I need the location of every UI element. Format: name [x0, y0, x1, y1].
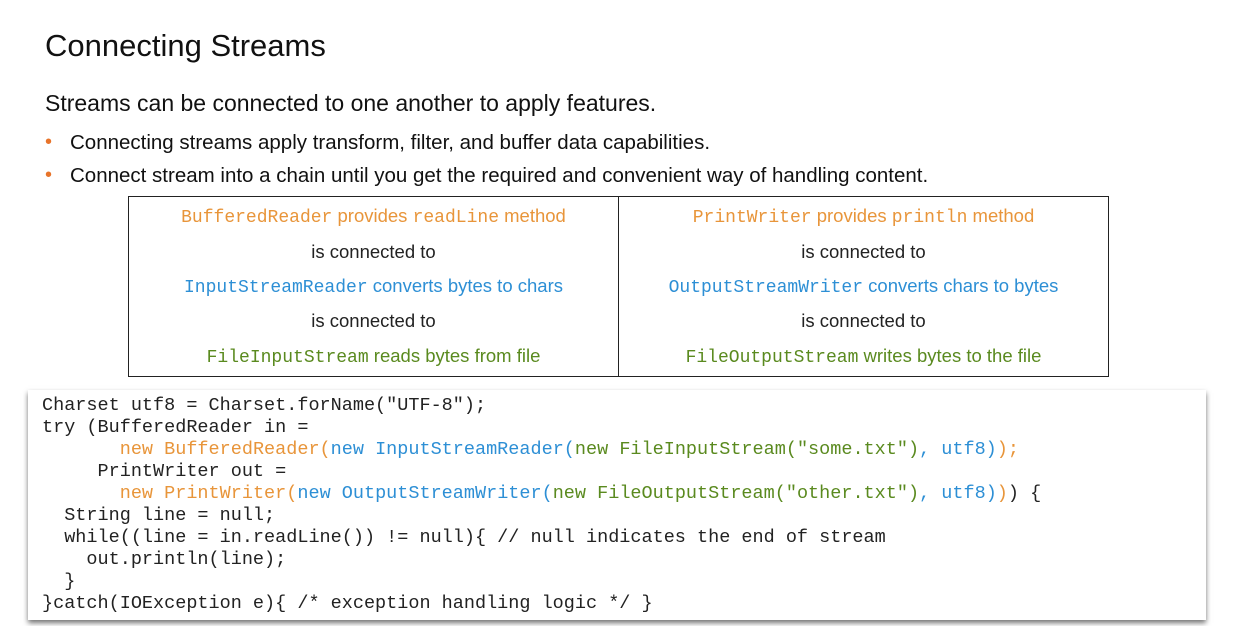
connector-text: is connected to [311, 310, 436, 332]
bullet-item: • Connecting streams apply transform, fi… [45, 126, 928, 159]
row-text: converts bytes to chars [367, 274, 563, 296]
bullet-dot-icon: • [45, 164, 53, 186]
connector-text: is connected to [801, 310, 926, 332]
code-token: new InputStreamReader( [330, 439, 575, 460]
stream-chain-table: BufferedReader provides readLine method … [128, 196, 1109, 377]
bullet-text: Connect stream into a chain until you ge… [70, 164, 929, 187]
file-input-stream-row: FileInputStream reads bytes from file [207, 345, 541, 368]
writer-chain-column: PrintWriter provides println method is c… [618, 197, 1108, 376]
buffered-reader-row: BufferedReader provides readLine method [181, 205, 566, 228]
connector-text: is connected to [311, 240, 436, 262]
class-name: FileOutputStream [685, 347, 859, 368]
code-line: String line = null; [42, 505, 276, 526]
code-token: , utf8) [919, 439, 997, 460]
class-name: OutputStreamWriter [668, 277, 864, 298]
class-name: BufferedReader [181, 208, 333, 229]
bullet-item: • Connect stream into a chain until you … [45, 159, 928, 192]
row-text: converts chars to bytes [863, 274, 1059, 296]
code-line: } [42, 571, 76, 592]
code-line: try (BufferedReader in = [42, 417, 309, 438]
class-name: PrintWriter [692, 208, 812, 229]
row-text: reads bytes from file [368, 344, 541, 366]
code-line: PrintWriter out = [42, 461, 287, 482]
code-token: new FileInputStream("some.txt") [574, 439, 920, 460]
slide-title: Connecting Streams [45, 28, 326, 63]
code-line: Charset utf8 = Charset.forName("UTF-8"); [42, 395, 487, 416]
code-line: out.println(line); [42, 549, 287, 570]
code-token: , utf8) [919, 483, 997, 504]
class-name: InputStreamReader [183, 277, 368, 298]
file-output-stream-row: FileOutputStream writes bytes to the fil… [686, 345, 1042, 368]
row-text: provides [811, 205, 892, 227]
method-name: println [891, 208, 968, 229]
code-token: new FileOutputStream("other.txt") [552, 483, 920, 504]
code-block: Charset utf8 = Charset.forName("UTF-8");… [28, 390, 1206, 620]
method-name: readLine [412, 208, 499, 229]
row-text: writes bytes to the file [858, 344, 1042, 366]
input-stream-reader-row: InputStreamReader converts bytes to char… [184, 275, 563, 298]
code-token: ); [996, 439, 1019, 460]
code-token: new BufferedReader( [119, 439, 331, 460]
output-stream-writer-row: OutputStreamWriter converts chars to byt… [669, 275, 1059, 298]
print-writer-row: PrintWriter provides println method [693, 205, 1035, 228]
bullet-dot-icon: • [45, 131, 53, 153]
code-token: new OutputStreamWriter( [297, 483, 553, 504]
row-text: method [967, 205, 1035, 227]
bullet-list: • Connecting streams apply transform, fi… [45, 126, 928, 192]
connector-text: is connected to [801, 240, 926, 262]
code-line: }catch(IOException e){ /* exception hand… [42, 593, 653, 614]
reader-chain-column: BufferedReader provides readLine method … [129, 197, 618, 376]
code-token: ) [996, 483, 1008, 504]
code-token: new PrintWriter( [119, 483, 298, 504]
row-text: method [499, 205, 566, 227]
code-listing: Charset utf8 = Charset.forName("UTF-8");… [42, 395, 1041, 615]
row-text: provides [332, 205, 413, 227]
class-name: FileInputStream [206, 347, 369, 368]
code-token: ) { [1007, 483, 1042, 504]
bullet-text: Connecting streams apply transform, filt… [70, 131, 711, 154]
code-line: while((line = in.readLine()) != null){ /… [42, 527, 886, 548]
intro-text: Streams can be connected to one another … [45, 90, 657, 116]
